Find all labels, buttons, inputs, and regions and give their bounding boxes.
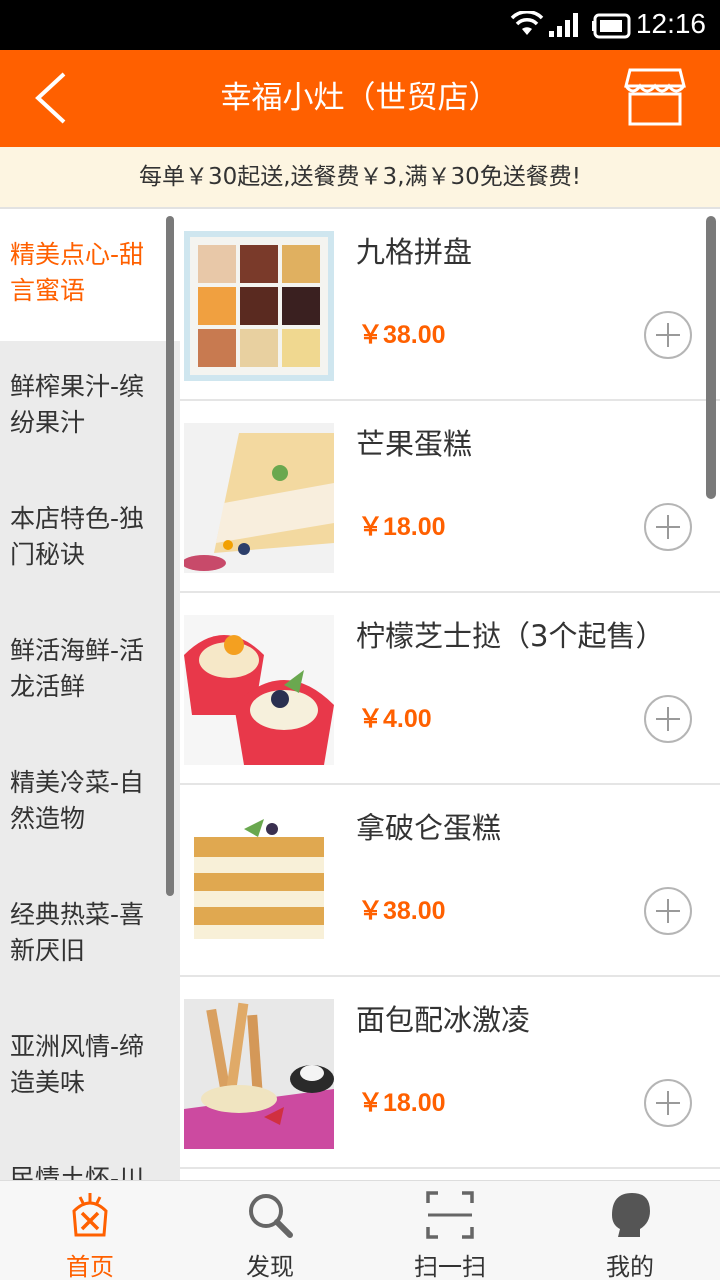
category-label: 经典热菜-喜新厌旧: [10, 900, 145, 965]
add-to-cart-button[interactable]: [644, 1079, 692, 1127]
status-time: 12:16: [635, 8, 706, 39]
add-to-cart-button[interactable]: [644, 887, 692, 935]
page-title: 幸福小灶（世贸店）: [220, 80, 500, 116]
tab-label: 我的: [606, 1253, 654, 1280]
category-item-specialty[interactable]: 本店特色-独门秘诀: [0, 473, 180, 605]
category-sidebar[interactable]: 精美点心-甜言蜜语 鲜榨果汁-缤纷果汁 本店特色-独门秘诀 鲜活海鲜-活龙活鲜 …: [0, 209, 180, 1180]
search-icon: [249, 1194, 293, 1238]
dish-price: ￥38.00: [358, 321, 446, 349]
sidebar-scrollbar[interactable]: [166, 216, 174, 896]
back-icon[interactable]: [30, 70, 74, 126]
dish-item[interactable]: 面包配冰激凌 ￥18.00: [180, 977, 720, 1169]
category-item-juice[interactable]: 鲜榨果汁-缤纷果汁: [0, 341, 180, 473]
dish-item[interactable]: 九格拼盘 ￥38.00: [180, 209, 720, 401]
dish-image: [184, 999, 334, 1149]
dish-image: [184, 615, 334, 765]
category-item-cold-dishes[interactable]: 精美冷菜-自然造物: [0, 737, 180, 869]
tab-profile[interactable]: 我的: [540, 1181, 720, 1280]
tab-scan[interactable]: 扫一扫: [360, 1181, 540, 1280]
store-icon[interactable]: [624, 66, 686, 128]
category-item-folk[interactable]: 民情土怀-川: [0, 1133, 180, 1180]
dish-price: ￥18.00: [358, 513, 446, 541]
tab-discover[interactable]: 发现: [180, 1181, 360, 1280]
dish-price: ￥18.00: [358, 1089, 446, 1117]
app-header: 幸福小灶（世贸店）: [0, 50, 720, 147]
signal-icon: [549, 13, 578, 37]
add-to-cart-button[interactable]: [644, 503, 692, 551]
dish-image: [184, 423, 334, 573]
category-label: 鲜榨果汁-缤纷果汁: [10, 372, 145, 437]
category-item-hot-dishes[interactable]: 经典热菜-喜新厌旧: [0, 869, 180, 1001]
category-item-asian[interactable]: 亚洲风情-缔造美味: [0, 1001, 180, 1133]
profile-icon: [612, 1193, 650, 1237]
add-to-cart-button[interactable]: [644, 311, 692, 359]
category-label: 精美冷菜-自然造物: [10, 768, 145, 833]
dish-item[interactable]: 柠檬芝士挞（3个起售） ￥4.00: [180, 593, 720, 785]
dish-list[interactable]: 九格拼盘 ￥38.00 芒果蛋糕 ￥18.00 柠檬芝士挞（3个起售） ￥4.0…: [180, 209, 720, 1180]
status-bar: 12:16: [0, 0, 720, 50]
home-icon: [72, 1193, 108, 1237]
dish-image: [184, 231, 334, 381]
dish-item[interactable]: 拿破仑蛋糕 ￥38.00: [180, 785, 720, 977]
category-item-dessert[interactable]: 精美点心-甜言蜜语: [0, 209, 180, 341]
scan-icon: [426, 1191, 474, 1239]
wifi-icon: [510, 11, 544, 35]
dish-item[interactable]: 芒果蛋糕 ￥18.00: [180, 401, 720, 593]
dish-name: 芒果蛋糕: [356, 427, 473, 461]
category-item-seafood[interactable]: 鲜活海鲜-活龙活鲜: [0, 605, 180, 737]
dish-price: ￥38.00: [358, 897, 446, 925]
dish-price: ￥4.00: [358, 705, 432, 733]
dish-name: 面包配冰激凌: [356, 1003, 531, 1037]
list-scrollbar[interactable]: [706, 216, 716, 499]
tab-label: 扫一扫: [414, 1253, 486, 1280]
dish-name: 九格拼盘: [356, 235, 473, 269]
category-label: 民情土怀-川: [10, 1164, 145, 1180]
tab-home[interactable]: 首页: [0, 1181, 180, 1280]
dish-name: 柠檬芝士挞（3个起售）: [356, 619, 665, 653]
battery-icon: [592, 13, 631, 39]
bottom-tab-bar: 首页 发现 扫一扫 我的: [0, 1180, 720, 1280]
category-label: 鲜活海鲜-活龙活鲜: [10, 636, 145, 701]
tab-label: 首页: [66, 1253, 114, 1280]
category-label: 亚洲风情-缔造美味: [10, 1032, 145, 1097]
dish-name: 拿破仑蛋糕: [356, 811, 502, 845]
category-label: 本店特色-独门秘诀: [10, 504, 145, 569]
add-to-cart-button[interactable]: [644, 695, 692, 743]
category-label: 精美点心-甜言蜜语: [10, 240, 145, 305]
tab-label: 发现: [246, 1253, 294, 1280]
delivery-notice: 每单￥30起送,送餐费￥3,满￥30免送餐费!: [0, 147, 720, 209]
dish-image: [184, 807, 334, 957]
